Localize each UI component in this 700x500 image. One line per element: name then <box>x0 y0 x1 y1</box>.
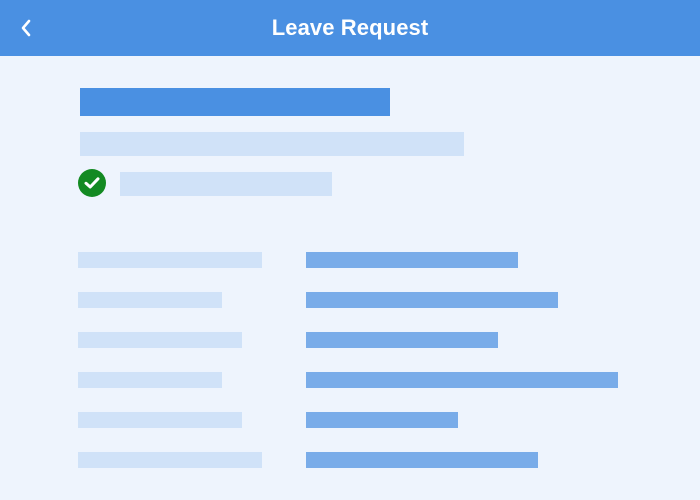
detail-label-placeholder <box>78 372 222 388</box>
detail-label-placeholder <box>78 452 262 468</box>
summary-subtitle-placeholder <box>80 132 464 156</box>
chevron-left-icon <box>19 19 33 37</box>
detail-row <box>0 412 700 428</box>
detail-row <box>0 332 700 348</box>
back-button[interactable] <box>8 10 44 46</box>
detail-value-placeholder <box>306 332 498 348</box>
detail-label-placeholder <box>78 252 262 268</box>
detail-value-placeholder <box>306 372 618 388</box>
detail-value-placeholder <box>306 412 458 428</box>
page-title: Leave Request <box>271 15 429 40</box>
detail-label-placeholder <box>78 292 222 308</box>
leave-request-screen: Leave Request <box>0 0 700 500</box>
summary-title-placeholder <box>80 88 390 116</box>
detail-row <box>0 252 700 268</box>
detail-row <box>0 292 700 308</box>
detail-row <box>0 372 700 388</box>
detail-label-placeholder <box>78 332 242 348</box>
check-circle-icon <box>78 169 106 197</box>
app-header: Leave Request <box>0 0 700 56</box>
detail-label-placeholder <box>78 412 242 428</box>
detail-value-placeholder <box>306 252 518 268</box>
status-text-placeholder <box>120 172 332 196</box>
detail-value-placeholder <box>306 452 538 468</box>
detail-value-placeholder <box>306 292 558 308</box>
detail-row <box>0 452 700 468</box>
